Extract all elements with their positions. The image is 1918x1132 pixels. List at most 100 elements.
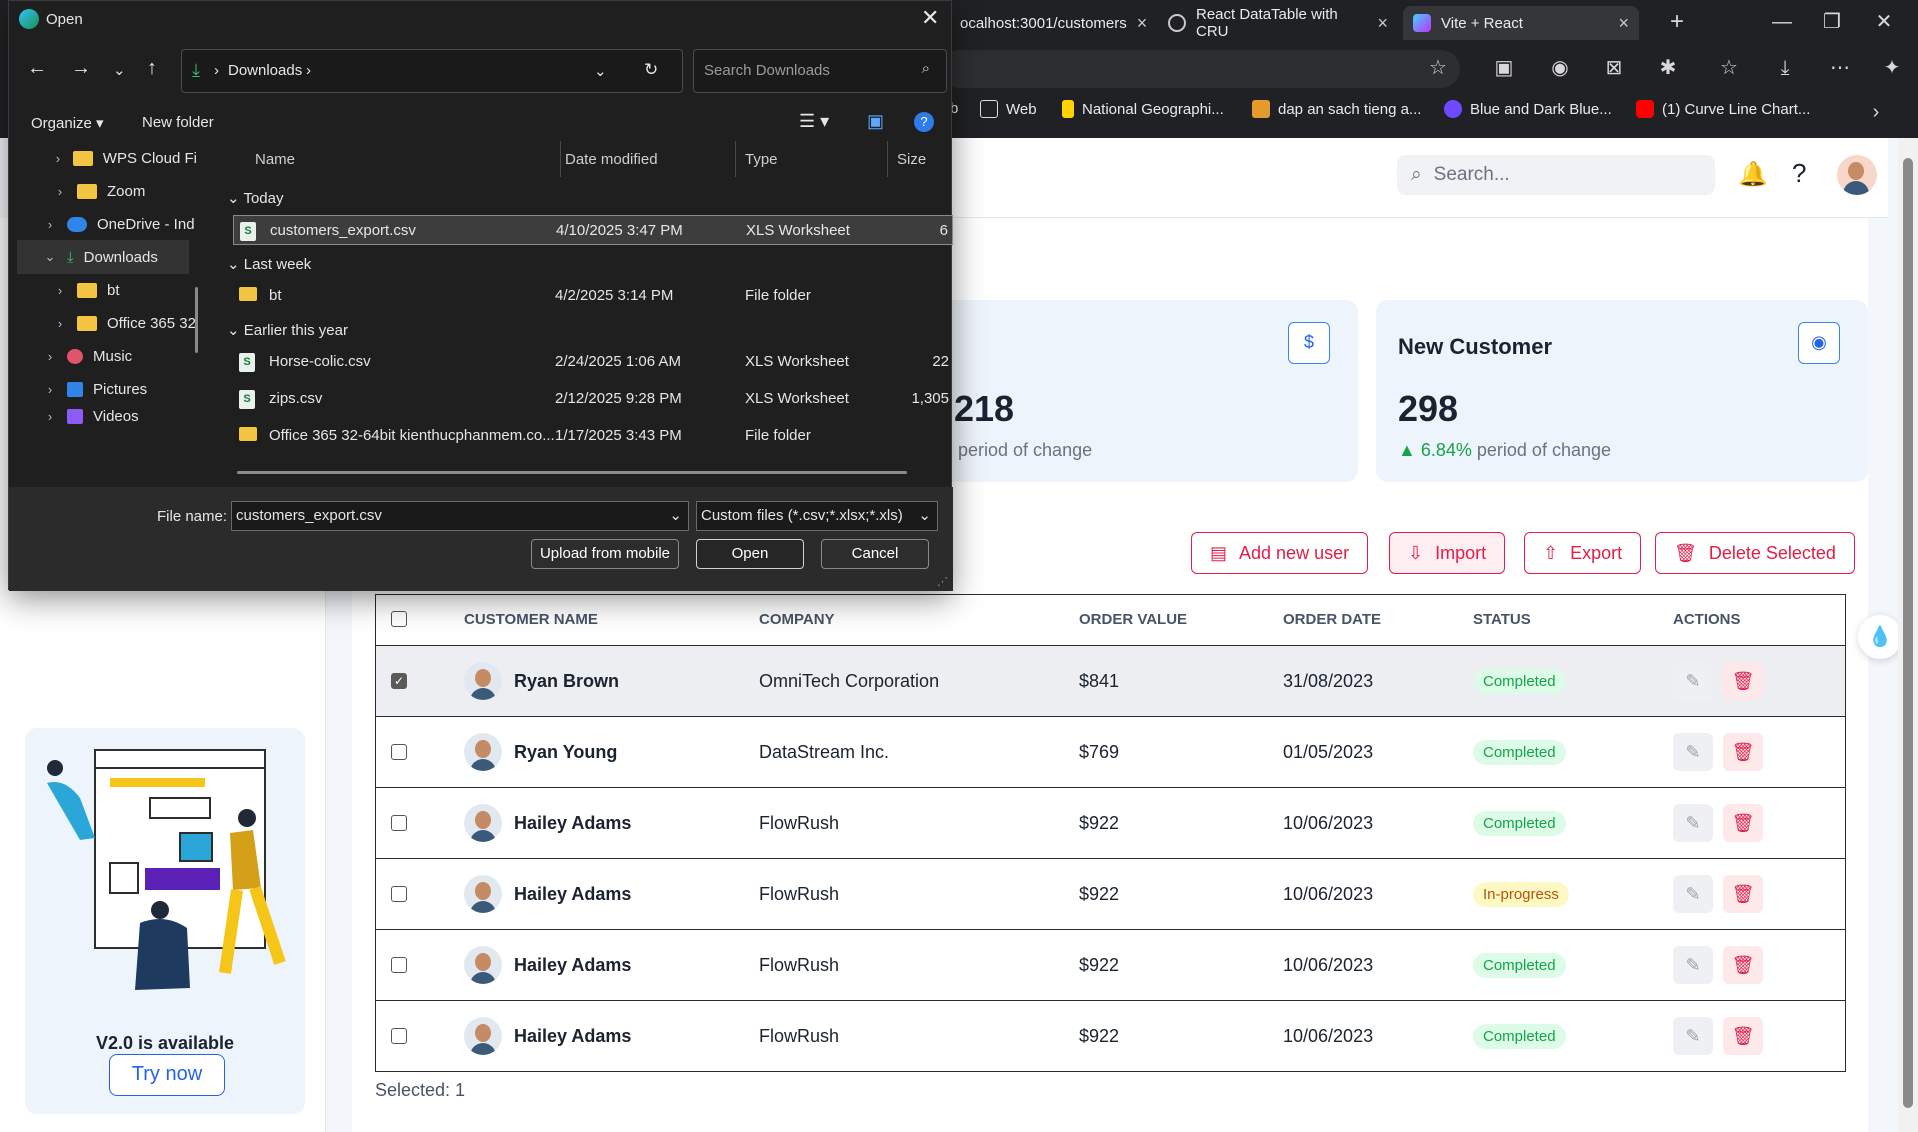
user-avatar[interactable] bbox=[1837, 155, 1877, 195]
favorites-icon[interactable]: ☆ bbox=[1717, 56, 1741, 80]
up-icon[interactable]: ↑ bbox=[147, 57, 157, 80]
chevron-right-icon[interactable]: › bbox=[53, 316, 67, 331]
nav-item-videos[interactable]: › Videos bbox=[17, 405, 197, 427]
column-header[interactable]: STATUS bbox=[1473, 611, 1531, 628]
close-tab-icon[interactable]: × bbox=[1377, 13, 1388, 34]
bookmark-curve-line[interactable]: (1) Curve Line Chart... bbox=[1636, 100, 1810, 118]
row-checkbox[interactable] bbox=[391, 886, 407, 902]
forward-icon[interactable]: → bbox=[71, 57, 91, 80]
cancel-button[interactable]: Cancel bbox=[821, 539, 929, 569]
recent-locations-icon[interactable]: ⌄ bbox=[113, 61, 126, 79]
page-scrollbar[interactable] bbox=[1898, 138, 1918, 1132]
table-row[interactable]: Hailey Adams FlowRush $922 10/06/2023 In-pro… bbox=[376, 858, 1845, 929]
notification-bell-icon[interactable]: 🔔 bbox=[1738, 160, 1768, 189]
table-row[interactable]: Hailey Adams FlowRush $922 10/06/2023 Comple… bbox=[376, 787, 1845, 858]
select-all-checkbox[interactable] bbox=[391, 611, 407, 627]
nav-item-pictures[interactable]: › Pictures bbox=[17, 372, 197, 406]
column-header[interactable]: CUSTOMER NAME bbox=[464, 611, 598, 628]
delete-icon[interactable]: 🗑 bbox=[1723, 946, 1763, 984]
row-checkbox[interactable] bbox=[391, 815, 407, 831]
more-menu-icon[interactable]: ⋯ bbox=[1828, 56, 1852, 80]
extensions-puzzle-icon[interactable]: ✱ bbox=[1656, 56, 1680, 80]
organize-menu[interactable]: Organize ▾ bbox=[31, 114, 104, 132]
column-header-size[interactable]: Size bbox=[897, 151, 926, 168]
row-checkbox[interactable] bbox=[391, 744, 407, 760]
row-checkbox[interactable]: ✓ bbox=[391, 673, 407, 689]
chevron-down-icon[interactable]: ⌄ bbox=[918, 506, 931, 524]
add-user-button[interactable]: ▤ Add new user bbox=[1191, 532, 1369, 574]
nav-item-onedrive[interactable]: › OneDrive - Ind bbox=[17, 207, 197, 241]
file-row-bt[interactable]: bt 4/2/2025 3:14 PM File folder bbox=[233, 281, 953, 311]
open-button[interactable]: Open bbox=[696, 539, 804, 569]
horizontal-scrollbar[interactable] bbox=[237, 471, 907, 474]
edit-icon[interactable]: ✎ bbox=[1673, 662, 1713, 700]
downloads-icon[interactable]: ⤓ bbox=[1773, 56, 1797, 80]
close-window-icon[interactable]: ✕ bbox=[1872, 10, 1896, 34]
refresh-icon[interactable]: ↻ bbox=[644, 60, 658, 80]
edit-icon[interactable]: ✎ bbox=[1673, 946, 1713, 984]
file-row-zips[interactable]: S zips.csv 2/12/2025 9:28 PM XLS Workshe… bbox=[233, 384, 953, 414]
chevron-right-icon[interactable]: › bbox=[43, 349, 57, 364]
group-header-last-week[interactable]: ⌄ Last week bbox=[227, 255, 311, 273]
help-icon[interactable]: ? bbox=[914, 112, 934, 132]
address-bar[interactable]: ⤓ › Downloads › ⌄ ↻ bbox=[181, 49, 683, 93]
extension-icon[interactable]: ⊠ bbox=[1602, 56, 1626, 80]
edit-icon[interactable]: ✎ bbox=[1673, 875, 1713, 913]
bookmark-dap-an[interactable]: dap an sach tieng a... bbox=[1252, 100, 1421, 118]
file-row-horse-colic[interactable]: S Horse-colic.csv 2/24/2025 1:06 AM XLS … bbox=[233, 347, 953, 377]
column-divider[interactable] bbox=[560, 141, 561, 177]
close-tab-icon[interactable]: × bbox=[1618, 13, 1629, 34]
chevron-right-icon[interactable]: › bbox=[1864, 100, 1888, 124]
column-header-date[interactable]: Date modified bbox=[565, 151, 658, 168]
scrollbar-thumb[interactable] bbox=[1903, 158, 1913, 1108]
upload-from-mobile-button[interactable]: Upload from mobile bbox=[531, 539, 679, 569]
nav-item-bt[interactable]: › bt bbox=[17, 273, 197, 307]
copilot-icon[interactable]: ✦ bbox=[1880, 56, 1904, 80]
address-bar[interactable] bbox=[940, 50, 1460, 88]
column-header[interactable]: ORDER VALUE bbox=[1079, 611, 1187, 628]
delete-icon[interactable]: 🗑 bbox=[1723, 804, 1763, 842]
nav-scrollbar[interactable] bbox=[195, 287, 198, 353]
chevron-down-icon[interactable]: ⌄ bbox=[594, 62, 607, 80]
edit-icon[interactable]: ✎ bbox=[1673, 1017, 1713, 1055]
row-checkbox[interactable] bbox=[391, 1028, 407, 1044]
table-row[interactable]: Ryan Young DataStream Inc. $769 01/05/2023 C… bbox=[376, 716, 1845, 787]
help-icon[interactable]: ? bbox=[1792, 158, 1806, 189]
chevron-down-icon[interactable]: ⌄ bbox=[43, 249, 57, 265]
nav-item-music[interactable]: › Music bbox=[17, 339, 197, 373]
chevron-right-icon[interactable]: › bbox=[53, 184, 67, 199]
file-row-office-365[interactable]: Office 365 32-64bit kienthucphanmem.co..… bbox=[233, 421, 953, 451]
delete-icon[interactable]: 🗑 bbox=[1723, 662, 1763, 700]
table-row[interactable]: Hailey Adams FlowRush $922 10/06/2023 Comple… bbox=[376, 929, 1845, 1000]
file-row-customers-export[interactable]: S customers_export.csv 4/10/2025 3:47 PM… bbox=[233, 215, 953, 245]
view-options-icon[interactable]: ☰ ▾ bbox=[799, 111, 829, 132]
search-downloads-input[interactable]: Search Downloads ⌕ bbox=[693, 49, 947, 93]
chevron-right-icon[interactable]: › bbox=[43, 382, 57, 397]
resize-grip-icon[interactable]: ⋰ bbox=[937, 575, 948, 588]
close-dialog-icon[interactable]: ✕ bbox=[921, 5, 939, 31]
bookmark-blue-dark[interactable]: Blue and Dark Blue... bbox=[1444, 100, 1612, 118]
tab-react-datatable[interactable]: React DataTable with CRU × bbox=[1158, 6, 1398, 40]
back-icon[interactable]: ← bbox=[27, 57, 47, 80]
preview-pane-icon[interactable]: ▣ bbox=[867, 111, 884, 132]
tab-vite-react[interactable]: Vite + React × bbox=[1403, 6, 1639, 40]
chevron-right-icon[interactable]: › bbox=[43, 409, 57, 424]
bookmark-natgeo[interactable]: National Geographi... bbox=[1062, 100, 1224, 118]
chevron-down-icon[interactable]: ⌄ bbox=[669, 506, 682, 524]
try-now-button[interactable]: Try now bbox=[109, 1054, 225, 1096]
delete-icon[interactable]: 🗑 bbox=[1723, 1017, 1763, 1055]
row-checkbox[interactable] bbox=[391, 957, 407, 973]
table-row[interactable]: ✓ Ryan Brown OmniTech Corporation $841 31/08… bbox=[376, 645, 1845, 716]
edit-icon[interactable]: ✎ bbox=[1673, 804, 1713, 842]
tab-customers[interactable]: ocalhost:3001/customers × bbox=[950, 6, 1147, 40]
group-header-today[interactable]: ⌄ Today bbox=[227, 189, 284, 207]
floating-assistant-icon[interactable]: 💧 bbox=[1858, 615, 1902, 659]
nav-item-downloads[interactable]: ⌄ ⤓ Downloads bbox=[17, 240, 189, 274]
column-header-type[interactable]: Type bbox=[745, 151, 778, 168]
extension-icon[interactable]: ▣ bbox=[1492, 56, 1516, 80]
breadcrumb-item[interactable]: Downloads bbox=[228, 62, 302, 79]
restore-icon[interactable]: ❐ bbox=[1820, 10, 1844, 34]
file-type-select[interactable]: Custom files (*.csv;*.xlsx;*.xls) ⌄ bbox=[696, 501, 938, 531]
delete-icon[interactable]: 🗑 bbox=[1723, 875, 1763, 913]
column-header[interactable]: COMPANY bbox=[759, 611, 835, 628]
